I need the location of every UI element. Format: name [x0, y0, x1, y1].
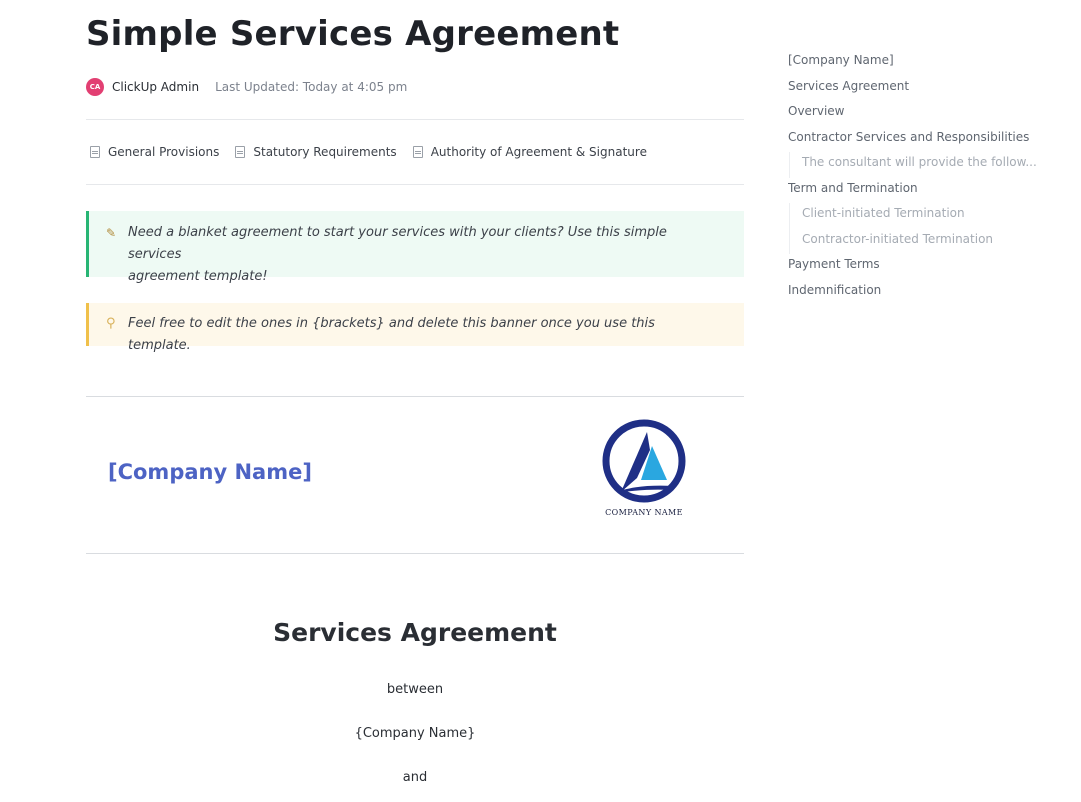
divider — [86, 553, 744, 554]
subpage-label: Authority of Agreement & Signature — [430, 145, 647, 159]
divider — [86, 396, 744, 397]
agreement-line: between — [386, 682, 444, 697]
page-title: Simple Services Agreement — [86, 14, 620, 54]
toc-subitem[interactable]: Contractor-initiated Termination — [789, 228, 1058, 254]
document-page: Simple Services Agreement CA ClickUp Adm… — [0, 0, 1081, 802]
toc-item[interactable]: Contractor Services and Responsibilities — [788, 127, 1058, 153]
info-callout: ✎ Need a blanket agreement to start your… — [86, 211, 744, 284]
toc-item[interactable]: Term and Termination — [788, 178, 1058, 204]
toc-item[interactable]: [Company Name] — [788, 50, 1058, 76]
subpage-link-general-provisions[interactable]: General Provisions — [90, 145, 219, 159]
toc-item[interactable]: Services Agreement — [788, 76, 1058, 102]
last-updated-text: Last Updated: Today at 4:05 pm — [215, 80, 408, 94]
divider — [86, 119, 744, 120]
document-icon — [235, 146, 246, 158]
subpage-link-authority-of-agreement[interactable]: Authority of Agreement & Signature — [412, 145, 647, 159]
logo-mark — [602, 419, 686, 503]
callout-line: Need a blanket agreement to start your s… — [128, 225, 667, 262]
toc-item[interactable]: Payment Terms — [788, 254, 1058, 280]
tip-callout: ⚲ Feel free to edit the ones in {bracket… — [86, 303, 744, 353]
subpage-link-statutory-requirements[interactable]: Statutory Requirements — [235, 145, 397, 159]
callout-text: Need a blanket agreement to start your s… — [128, 222, 704, 288]
callout-line: agreement template! — [128, 269, 268, 284]
subpage-links: General Provisions Statutory Requirement… — [90, 140, 647, 164]
callout-text: Feel free to edit the ones in {brackets}… — [128, 316, 655, 353]
agreement-line: and — [402, 770, 428, 785]
logo-caption: COMPANY NAME — [605, 508, 683, 517]
memo-icon: ✎ — [106, 226, 117, 240]
subpage-label: General Provisions — [108, 145, 220, 159]
agreement-line: {Company Name} — [354, 726, 476, 741]
subpage-label: Statutory Requirements — [253, 145, 397, 159]
company-logo: COMPANY NAME — [597, 418, 691, 524]
avatar[interactable]: CA — [86, 78, 104, 96]
company-name-heading: [Company Name] — [108, 460, 312, 484]
toc-subitem[interactable]: Client-initiated Termination — [789, 203, 1058, 229]
toc-subitem[interactable]: The consultant will provide the follow..… — [789, 152, 1058, 178]
toc-item[interactable]: Indemnification — [788, 280, 1058, 306]
author-name[interactable]: ClickUp Admin — [112, 80, 199, 94]
section-heading: Services Agreement — [273, 618, 557, 647]
divider — [86, 184, 744, 185]
document-icon — [90, 146, 100, 158]
table-of-contents: [Company Name] Services Agreement Overvi… — [788, 50, 1058, 305]
toc-item[interactable]: Overview — [788, 101, 1058, 127]
author-row: CA ClickUp Admin Last Updated: Today at … — [86, 77, 407, 97]
document-icon — [412, 146, 423, 158]
lightbulb-icon: ⚲ — [106, 316, 116, 331]
